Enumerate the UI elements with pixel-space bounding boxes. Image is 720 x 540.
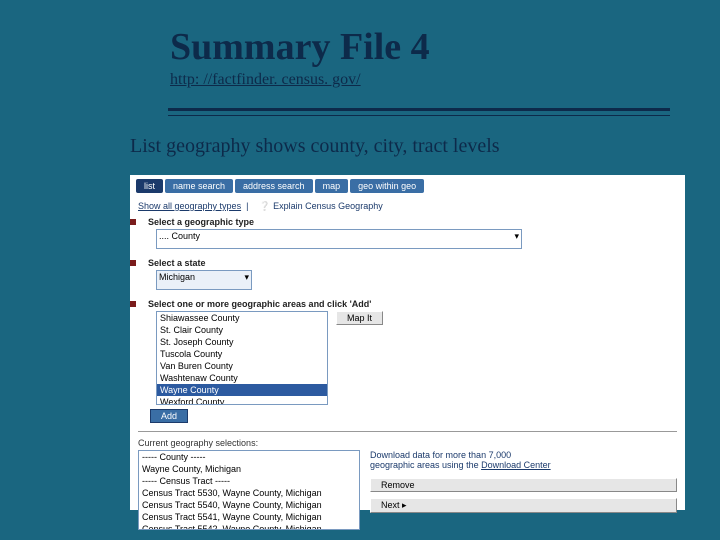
add-button[interactable]: Add [150, 409, 188, 423]
bullet-icon [130, 301, 136, 307]
page-title: Summary File 4 [170, 25, 660, 69]
bullet-icon [130, 260, 136, 266]
label-state: Select a state [148, 258, 206, 268]
remove-button[interactable]: Remove [370, 478, 677, 492]
label-geo-type: Select a geographic type [148, 217, 254, 227]
divider [138, 431, 677, 432]
list-item[interactable]: Wayne County, Michigan [139, 463, 359, 475]
list-item[interactable]: ----- County ----- [139, 451, 359, 463]
label-select-areas: Select one or more geographic areas and … [148, 299, 371, 309]
tab-map[interactable]: map [315, 179, 349, 193]
divider [168, 108, 670, 111]
selections-listbox[interactable]: ----- County -----Wayne County, Michigan… [138, 450, 360, 530]
toolbar-links: Show all geography types | ❔ Explain Cen… [130, 197, 685, 214]
list-item[interactable]: Shiawassee County [157, 312, 327, 324]
tab-geo-within-geo[interactable]: geo within geo [350, 179, 424, 193]
explain-link[interactable]: Explain Census Geography [273, 201, 383, 211]
factfinder-panel: list name search address search map geo … [130, 175, 685, 510]
download-center-link[interactable]: Download Center [481, 460, 551, 470]
geo-type-select[interactable]: .... County ▾ [156, 229, 522, 249]
description: List geography shows county, city, tract… [130, 135, 690, 158]
help-icon[interactable]: ❔ Explain Census Geography [259, 201, 382, 211]
tab-name-search[interactable]: name search [165, 179, 233, 193]
bullet-icon [130, 219, 136, 225]
tab-list[interactable]: list [136, 179, 163, 193]
source-link[interactable]: http: //factfinder. census. gov/ [170, 71, 660, 89]
state-select[interactable]: Michigan ▾ [156, 270, 252, 290]
list-item[interactable]: Tuscola County [157, 348, 327, 360]
next-button[interactable]: Next ▸ [370, 498, 677, 513]
list-item[interactable]: St. Clair County [157, 324, 327, 336]
show-all-link[interactable]: Show all geography types [138, 201, 241, 211]
list-item[interactable]: St. Joseph County [157, 336, 327, 348]
divider [168, 115, 670, 116]
list-item[interactable]: ----- Census Tract ----- [139, 475, 359, 487]
tab-bar: list name search address search map geo … [130, 175, 685, 197]
list-item[interactable]: Washtenaw County [157, 372, 327, 384]
tab-address-search[interactable]: address search [235, 179, 313, 193]
list-item[interactable]: Wexford County [157, 396, 327, 405]
label-selections: Current geography selections: [130, 438, 685, 448]
list-item[interactable]: Census Tract 5541, Wayne County, Michiga… [139, 511, 359, 523]
map-it-button[interactable]: Map It [336, 311, 383, 325]
list-item[interactable]: Census Tract 5542, Wayne County, Michiga… [139, 523, 359, 530]
list-item[interactable]: Census Tract 5540, Wayne County, Michiga… [139, 499, 359, 511]
download-note: Download data for more than 7,000 geogra… [370, 450, 677, 470]
list-item[interactable]: Van Buren County [157, 360, 327, 372]
chevron-down-icon: ▾ [514, 231, 519, 242]
chevron-down-icon: ▾ [244, 272, 249, 283]
list-item[interactable]: Wayne County [157, 384, 327, 396]
county-listbox[interactable]: Shiawassee CountySt. Clair CountySt. Jos… [156, 311, 328, 405]
list-item[interactable]: Census Tract 5530, Wayne County, Michiga… [139, 487, 359, 499]
